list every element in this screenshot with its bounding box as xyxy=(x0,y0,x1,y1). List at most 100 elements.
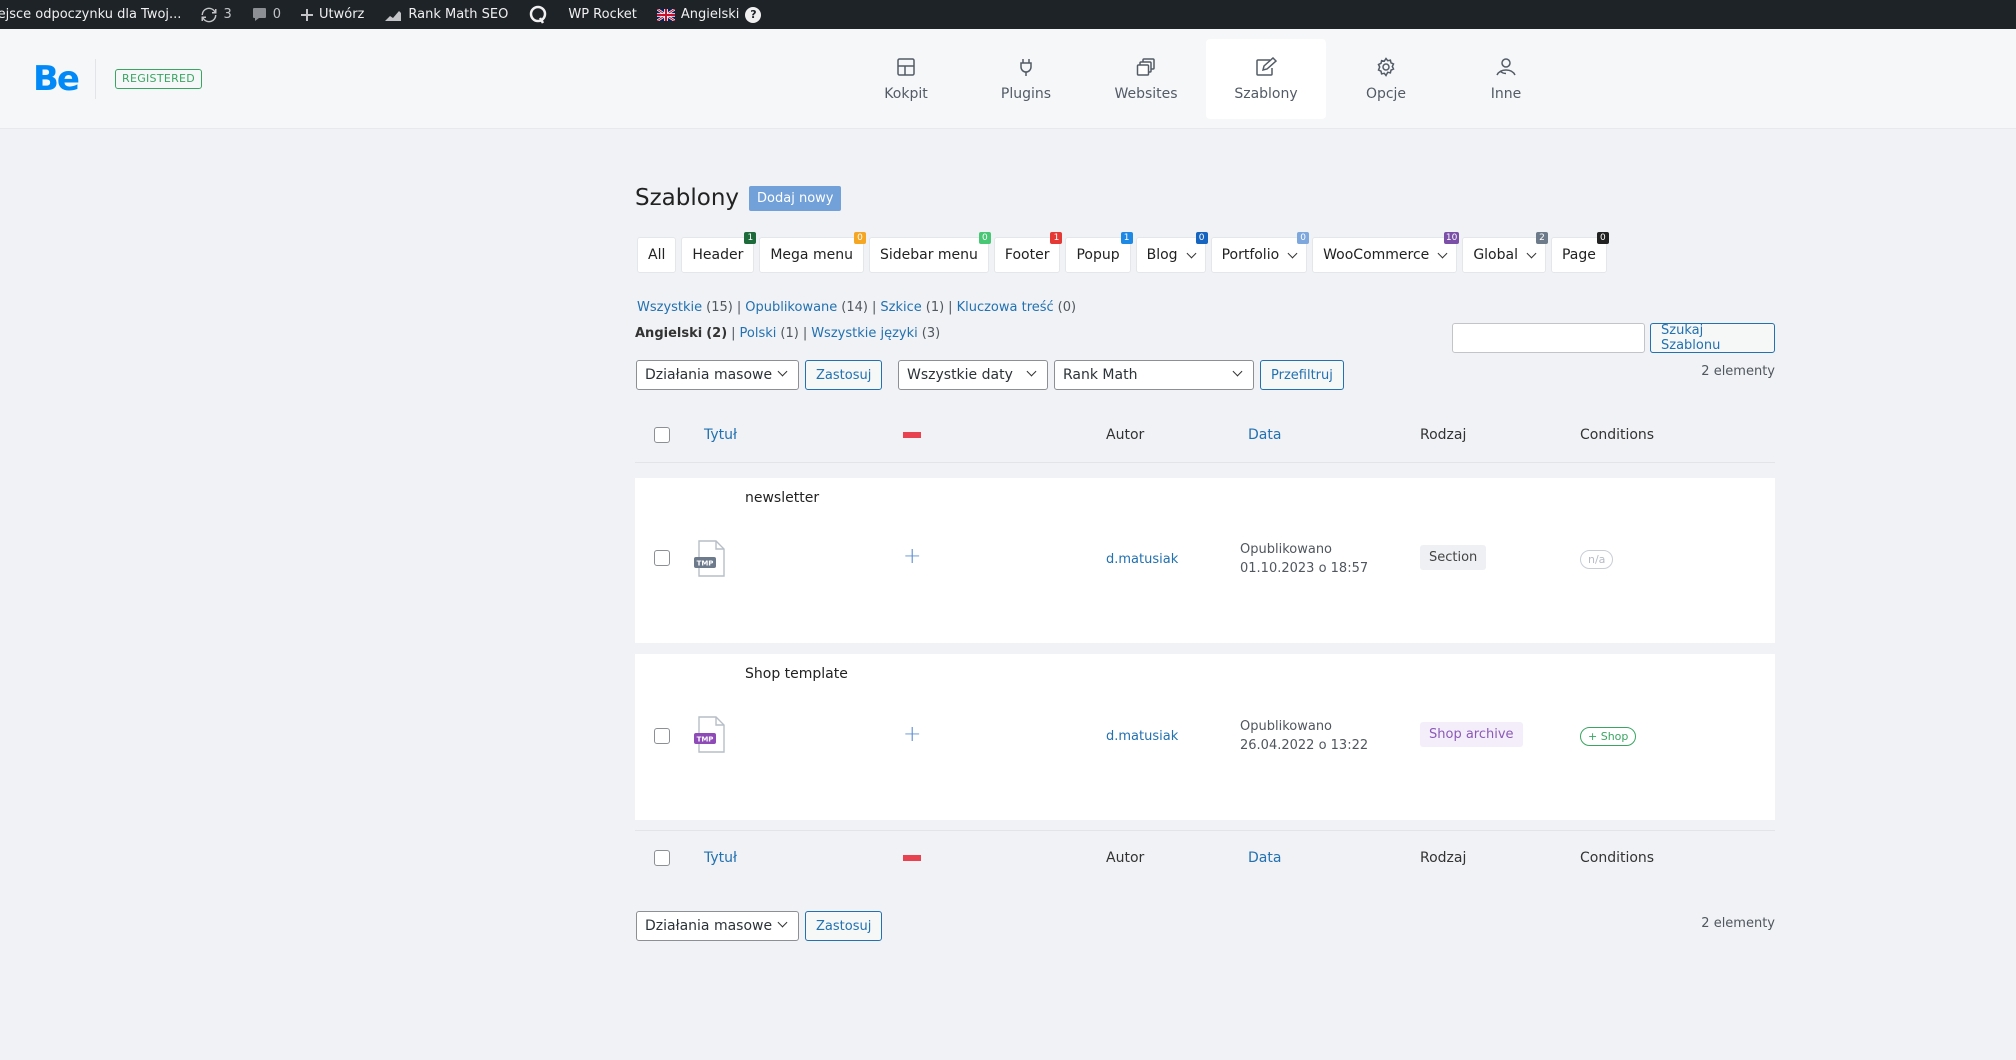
wp-rocket-link[interactable]: WP Rocket xyxy=(568,7,637,22)
uk-flag-icon xyxy=(656,8,675,21)
row-author[interactable]: d.matusiak xyxy=(1106,552,1178,567)
type-tab-footer[interactable]: Footer 1 xyxy=(993,232,1063,273)
nav-label: Inne xyxy=(1490,85,1522,102)
row-date-value: 26.04.2022 o 13:22 xyxy=(1240,738,1369,753)
filter-button[interactable]: Przefiltruj xyxy=(1260,360,1344,390)
q-logo-icon xyxy=(528,5,548,25)
nav-plugins[interactable]: Plugins xyxy=(966,39,1086,119)
row-title[interactable]: Shop template xyxy=(745,666,848,682)
type-tab-global[interactable]: Global 2 xyxy=(1462,232,1548,273)
type-tab-all[interactable]: All xyxy=(637,237,677,273)
type-tab-label: Page xyxy=(1561,247,1596,263)
rank-math-select[interactable]: Rank Math xyxy=(1054,360,1254,390)
column-title[interactable]: Tytuł xyxy=(704,850,737,866)
type-tab-header[interactable]: Header 1 xyxy=(681,232,757,273)
row-date: Opublikowano 26.04.2022 o 13:22 xyxy=(1240,717,1368,755)
column-date[interactable]: Data xyxy=(1248,427,1281,443)
type-tab-popup[interactable]: Popup 1 xyxy=(1065,232,1133,273)
main-nav: Kokpit Plugins Websites Szablony Opcje I… xyxy=(846,39,1566,119)
comments-link[interactable]: 0 xyxy=(252,7,281,22)
type-tab-mega-menu[interactable]: Mega menu 0 xyxy=(759,232,866,273)
bulk-actions-select-bottom[interactable]: Działania masowe xyxy=(636,911,799,941)
type-tab-woocommerce[interactable]: WooCommerce 10 xyxy=(1312,232,1460,273)
items-count-bottom: 2 elementy xyxy=(1701,916,1775,931)
be-logo[interactable]: Be xyxy=(33,59,80,99)
status-links-item[interactable]: Opublikowane xyxy=(745,300,837,315)
row-condition-badge[interactable]: n/a xyxy=(1580,550,1614,569)
chevron-down-icon xyxy=(1287,248,1298,258)
link-separator: | xyxy=(736,300,742,315)
link-separator: | xyxy=(871,300,877,315)
dates-select[interactable]: Wszystkie daty xyxy=(898,360,1048,390)
chevron-down-icon xyxy=(1437,248,1448,258)
column-conditions: Conditions xyxy=(1580,427,1655,443)
rank-math-value: Rank Math xyxy=(1063,367,1138,383)
type-tab-page[interactable]: Page 0 xyxy=(1550,232,1609,273)
type-tab-label: Mega menu xyxy=(770,247,853,263)
apply-button-bottom[interactable]: Zastosuj xyxy=(805,911,883,941)
status-links-item[interactable]: Kluczowa treść xyxy=(957,300,1054,315)
add-translation-plus-icon[interactable]: + xyxy=(903,722,921,747)
row-checkbox[interactable] xyxy=(654,550,670,566)
nav-szablony[interactable]: Szablony xyxy=(1206,39,1326,119)
language-switcher[interactable]: Angielski ? xyxy=(656,6,762,23)
site-name-link[interactable]: iejsce odpoczynku dla Twoj... xyxy=(0,7,181,22)
person-icon xyxy=(1495,57,1517,77)
gear-icon xyxy=(1376,56,1396,77)
row-title[interactable]: newsletter xyxy=(745,490,819,506)
wp-rocket-label: WP Rocket xyxy=(568,7,637,22)
lang-links-item[interactable]: Polski xyxy=(740,326,777,341)
row-condition-badge[interactable]: + Shop xyxy=(1580,727,1637,746)
add-new-button[interactable]: Dodaj nowy xyxy=(749,185,842,211)
type-tab-count-badge: 0 xyxy=(978,232,991,244)
status-links-item[interactable]: Szkice xyxy=(880,300,921,315)
column-conditions: Conditions xyxy=(1580,850,1655,866)
column-title[interactable]: Tytuł xyxy=(704,427,737,443)
rank-math-link[interactable]: Rank Math SEO xyxy=(384,7,508,22)
help-icon[interactable]: ? xyxy=(745,6,762,23)
nav-websites[interactable]: Websites xyxy=(1086,39,1206,119)
row-checkbox[interactable] xyxy=(654,728,670,744)
select-all-checkbox[interactable] xyxy=(654,427,670,443)
dashboard-icon xyxy=(896,57,916,77)
status-links-item[interactable]: Wszystkie xyxy=(637,300,702,315)
column-author: Autor xyxy=(1106,850,1145,866)
select-all-checkbox-bottom[interactable] xyxy=(654,850,670,866)
table-row: TMP newsletter + d.matusiak Opublikowano… xyxy=(635,478,1775,643)
apply-button[interactable]: Zastosuj xyxy=(805,360,883,390)
link-count: (1) xyxy=(925,300,945,315)
row-date-value: 01.10.2023 o 18:57 xyxy=(1240,561,1369,576)
column-date[interactable]: Data xyxy=(1248,850,1281,866)
column-type: Rodzaj xyxy=(1420,850,1467,866)
type-tab-label: WooCommerce xyxy=(1323,247,1430,263)
type-tab-count-badge: 1 xyxy=(1050,232,1063,244)
plus-icon xyxy=(301,8,313,21)
updates-icon xyxy=(201,7,217,23)
template-file-icon: TMP xyxy=(693,540,727,582)
search-button[interactable]: Szukaj Szablonu xyxy=(1650,323,1775,353)
search-input[interactable] xyxy=(1452,323,1645,353)
q-plugin-link[interactable] xyxy=(528,5,548,25)
template-file-icon: TMP xyxy=(693,716,727,758)
type-tab-blog[interactable]: Blog 0 xyxy=(1135,232,1208,273)
link-count: (1) xyxy=(780,326,799,341)
link-count: (15) xyxy=(706,300,733,315)
rank-math-icon xyxy=(384,8,402,22)
new-content-link[interactable]: Utwórz xyxy=(301,7,364,22)
type-tab-portfolio[interactable]: Portfolio 0 xyxy=(1210,232,1310,273)
row-type-badge: Shop archive xyxy=(1420,722,1523,747)
file-icon-label: TMP xyxy=(697,560,714,568)
bulk-actions-select[interactable]: Działania masowe xyxy=(636,360,799,390)
row-author[interactable]: d.matusiak xyxy=(1106,729,1178,744)
add-translation-plus-icon[interactable]: + xyxy=(903,544,921,569)
lang-links-item[interactable]: Angielski xyxy=(635,326,702,341)
nav-opcje[interactable]: Opcje xyxy=(1326,39,1446,119)
type-tab-label: Header xyxy=(692,247,744,263)
row-type-badge: Section xyxy=(1420,545,1487,570)
nav-inne[interactable]: Inne xyxy=(1446,39,1566,119)
lang-links-item[interactable]: Wszystkie języki xyxy=(811,326,918,341)
nav-kokpit[interactable]: Kokpit xyxy=(846,39,966,119)
type-tab-label: Popup xyxy=(1076,247,1120,263)
updates-link[interactable]: 3 xyxy=(201,7,232,23)
type-tab-sidebar-menu[interactable]: Sidebar menu 0 xyxy=(868,232,991,273)
